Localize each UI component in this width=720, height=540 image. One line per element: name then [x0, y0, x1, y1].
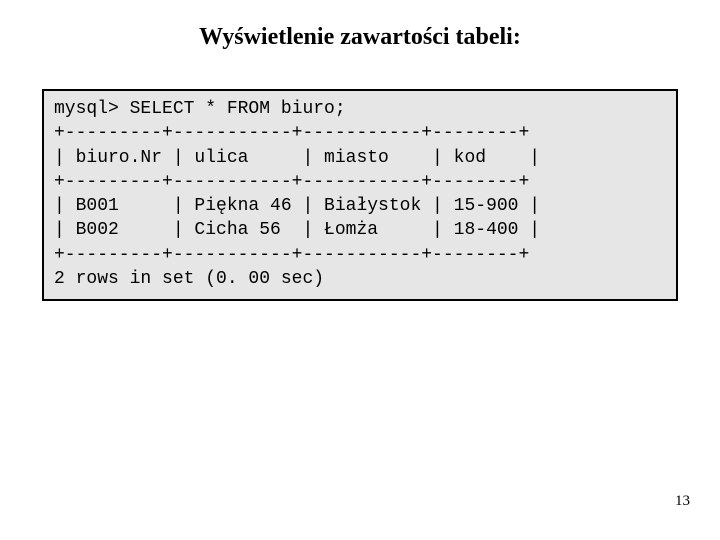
- code-line: +---------+-----------+-----------+-----…: [54, 172, 529, 192]
- sql-output-box: mysql> SELECT * FROM biuro; +---------+-…: [42, 89, 678, 301]
- slide-page: Wyświetlenie zawartości tabeli: mysql> S…: [0, 0, 720, 540]
- code-line: | biuro.Nr | ulica | miasto | kod |: [54, 148, 540, 168]
- page-number: 13: [675, 493, 690, 510]
- code-line: +---------+-----------+-----------+-----…: [54, 123, 529, 143]
- code-line: | B001 | Piękna 46 | Białystok | 15-900 …: [54, 196, 540, 216]
- code-line: | B002 | Cicha 56 | Łomża | 18-400 |: [54, 220, 540, 240]
- code-line: +---------+-----------+-----------+-----…: [54, 245, 529, 265]
- code-line: 2 rows in set (0. 00 sec): [54, 269, 324, 289]
- page-title: Wyświetlenie zawartości tabeli:: [0, 0, 720, 51]
- code-line: mysql> SELECT * FROM biuro;: [54, 99, 346, 119]
